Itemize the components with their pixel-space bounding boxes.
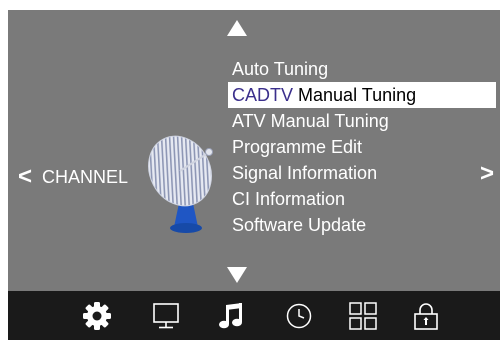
menu-item-label: ATV Manual Tuning: [232, 111, 389, 131]
menu-item-atv-manual-tuning[interactable]: ATV Manual Tuning: [228, 108, 496, 134]
settings-gear-icon[interactable]: [81, 300, 113, 332]
channel-menu-panel: < CHANNEL > Auto Tuning CADTV Manual Tun…: [8, 10, 500, 291]
menu-item-label: Manual Tuning: [298, 85, 417, 105]
options-grid-icon[interactable]: [347, 300, 379, 332]
channel-menu-list: Auto Tuning CADTV Manual Tuning ATV Manu…: [228, 56, 496, 238]
menu-category-bar: [8, 291, 500, 340]
lock-icon[interactable]: [410, 300, 442, 332]
satellite-dish-icon: [148, 135, 213, 233]
scroll-down-arrow-icon[interactable]: [227, 267, 247, 283]
sound-music-icon[interactable]: [216, 300, 248, 332]
tv-osd-screen: < CHANNEL > Auto Tuning CADTV Manual Tun…: [8, 10, 500, 340]
menu-item-label: CI Information: [232, 189, 346, 209]
menu-item-label: Auto Tuning: [232, 59, 329, 79]
menu-item-signal-information[interactable]: Signal Information: [228, 160, 496, 186]
menu-item-label: Software Update: [232, 215, 367, 235]
time-clock-icon[interactable]: [283, 300, 315, 332]
menu-item-ci-information[interactable]: CI Information: [228, 186, 496, 212]
chevron-left-icon: <: [18, 163, 33, 190]
menu-item-auto-tuning[interactable]: Auto Tuning: [228, 56, 496, 82]
menu-item-label: Signal Information: [232, 163, 378, 183]
menu-item-prefix: CADTV: [232, 85, 294, 105]
menu-item-label: Programme Edit: [232, 137, 363, 157]
picture-monitor-icon[interactable]: [150, 300, 182, 332]
scroll-up-arrow-icon[interactable]: [227, 20, 247, 36]
previous-category-nav[interactable]: < CHANNEL: [18, 165, 128, 189]
menu-item-cadtv-manual-tuning[interactable]: CADTV Manual Tuning: [228, 82, 496, 108]
menu-item-software-update[interactable]: Software Update: [228, 212, 496, 238]
category-label: CHANNEL: [42, 166, 129, 187]
menu-item-programme-edit[interactable]: Programme Edit: [228, 134, 496, 160]
